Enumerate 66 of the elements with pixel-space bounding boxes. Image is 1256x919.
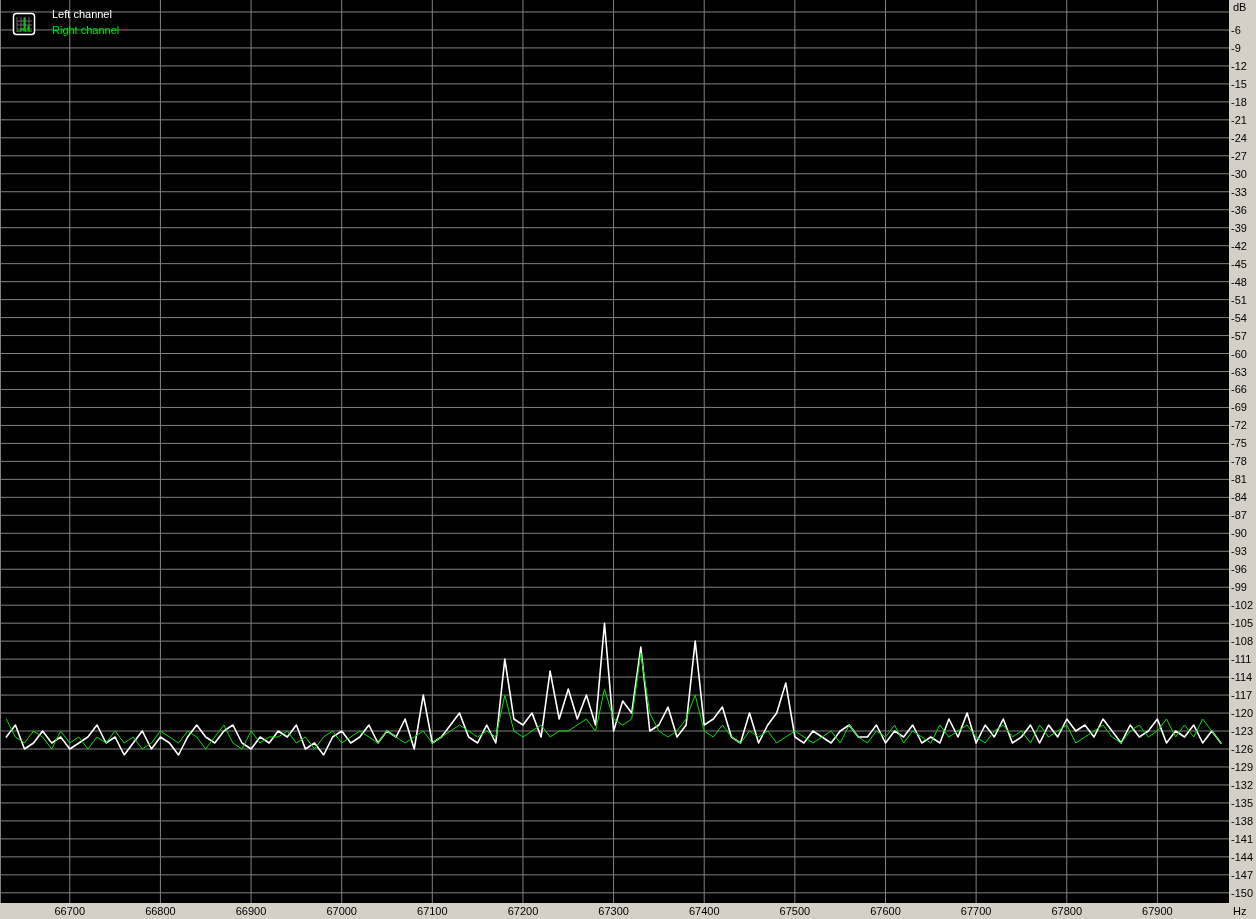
y-tick-label: -30 [1231,167,1247,180]
y-tick-label: -114 [1231,671,1253,684]
y-tick-label: -15 [1231,77,1247,90]
legend-label: Left channel [52,8,112,20]
y-tick-label: -120 [1231,707,1254,720]
y-tick-label: -48 [1231,275,1247,288]
x-tick-label: 67500 [779,905,811,917]
y-tick-label: -51 [1231,293,1247,306]
x-unit-label: Hz [1233,905,1247,917]
y-tick-label: -21 [1231,113,1247,126]
y-tick-label: -45 [1231,257,1247,270]
y-tick-label: -12 [1231,59,1247,72]
y-tick-label: -135 [1231,796,1254,809]
y-tick-label: -87 [1231,509,1247,522]
y-unit-label: dB [1233,1,1247,13]
y-tick-label: -78 [1231,455,1247,468]
y-tick-label: -24 [1231,131,1247,144]
y-tick-label: -138 [1231,814,1254,827]
y-tick-label: -75 [1231,437,1247,450]
x-tick-label: 67600 [870,905,901,917]
y-tick-label: -99 [1231,581,1247,594]
y-tick-label: -84 [1231,491,1247,504]
y-tick-label: -69 [1231,401,1247,414]
y-tick-label: -90 [1231,527,1247,540]
y-tick-label: -54 [1231,311,1247,324]
y-tick-label: -129 [1231,761,1254,773]
y-tick-label: -102 [1231,599,1254,612]
legend-label: Right channel [52,24,120,36]
x-tick-label: 67200 [507,905,539,917]
x-tick-label: 67900 [1142,905,1173,917]
y-tick-label: -72 [1231,419,1247,432]
y-tick-label: -93 [1231,545,1247,558]
y-tick-label: -141 [1231,832,1254,845]
y-tick-label: -33 [1231,185,1247,198]
y-tick-label: -6 [1231,23,1241,36]
y-tick-label: -96 [1231,563,1247,576]
x-tick-label: 67300 [598,905,629,917]
y-tick-label: -144 [1231,850,1254,863]
y-tick-label: -132 [1231,778,1254,791]
x-tick-label: 66800 [145,905,176,917]
x-tick-label: 67000 [326,905,357,917]
y-tick-label: -123 [1231,725,1254,738]
y-tick-label: -36 [1231,203,1247,216]
y-tick-label: -27 [1231,149,1247,162]
y-tick-label: -39 [1231,221,1247,234]
y-tick-label: -105 [1231,617,1254,630]
y-tick-label: -81 [1231,473,1247,486]
y-tick-label: -108 [1231,635,1254,648]
y-tick-label: -117 [1231,689,1253,702]
x-tick-label: 67400 [688,905,720,917]
x-tick-label: 67700 [960,905,992,917]
y-tick-label: -18 [1231,95,1247,108]
y-tick-label: -150 [1231,886,1254,899]
x-tick-label: 67100 [417,905,448,917]
x-tick-label: 66700 [54,905,86,917]
y-tick-label: -42 [1231,239,1247,252]
y-tick-label: -60 [1231,347,1247,360]
y-tick-label: -147 [1231,868,1254,881]
y-tick-label: -126 [1231,743,1254,755]
y-tick-label: -111 [1231,653,1252,666]
x-tick-label: 66900 [235,905,267,917]
x-tick-label: 67800 [1051,905,1083,917]
y-tick-label: -66 [1231,383,1247,396]
y-tick-label: -57 [1231,329,1247,342]
y-tick-label: -63 [1231,365,1247,378]
y-tick-label: -9 [1231,41,1241,54]
